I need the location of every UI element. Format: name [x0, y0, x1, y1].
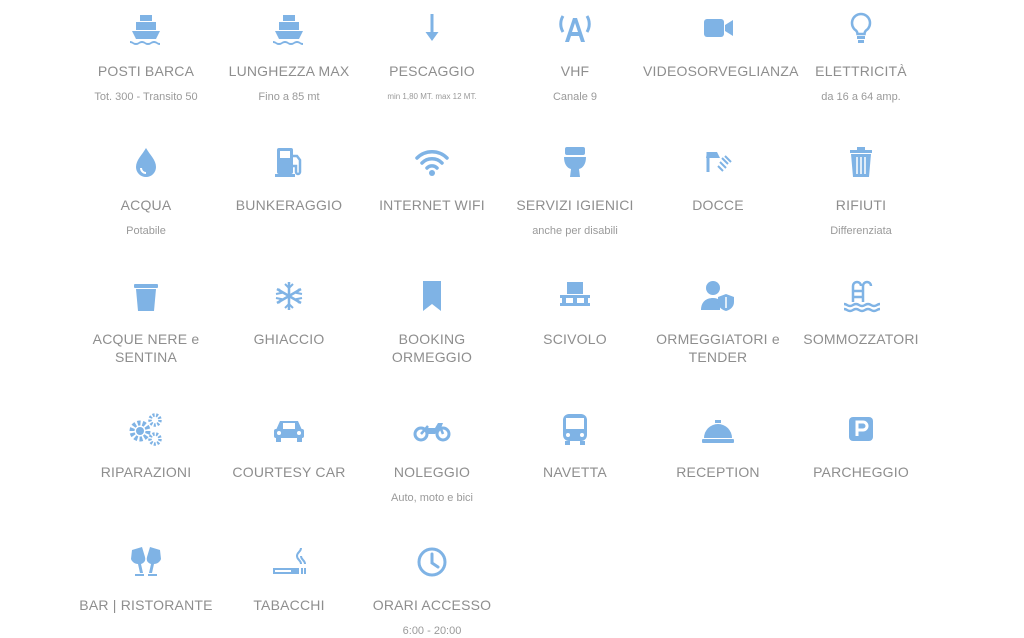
- service-subtitle: Canale 9: [552, 91, 598, 103]
- service-item: PESCAGGIO min 1,80 MT. max 12 MT.: [357, 8, 507, 104]
- service-subtitle: Tot. 300 - Transito 50: [94, 91, 198, 103]
- service-item: BAR | RISTORANTE: [71, 542, 221, 614]
- service-title: SCIVOLO: [543, 331, 607, 347]
- service-item: ACQUA Potabile: [71, 142, 221, 238]
- service-subtitle: Potabile: [126, 225, 166, 237]
- service-subtitle: min 1,80 MT. max 12 MT.: [387, 92, 477, 101]
- service-item: SERVIZI IGIENICI anche per disabili: [500, 142, 650, 238]
- service-title: ORMEGGIATORI e TENDER: [656, 331, 780, 365]
- service-item: GHIACCIO: [214, 276, 364, 348]
- bookmark-icon: [412, 276, 452, 316]
- service-subtitle: Differenziata: [830, 225, 892, 237]
- service-item: VHF Canale 9: [500, 8, 650, 104]
- smoking-icon: [269, 542, 309, 582]
- service-title: LUNGHEZZA MAX: [228, 63, 350, 79]
- clock-icon: [412, 542, 452, 582]
- service-item: RIPARAZIONI: [71, 409, 221, 481]
- service-item: VIDEOSORVEGLIANZA: [643, 8, 799, 80]
- service-subtitle: da 16 a 64 amp.: [821, 91, 901, 103]
- swimming-pool-icon: [841, 276, 881, 316]
- service-title: ELETTRICITÀ: [815, 63, 907, 79]
- service-title: RIPARAZIONI: [100, 464, 192, 480]
- gears-icon: [126, 409, 166, 449]
- service-subtitle: Fino a 85 mt: [258, 91, 320, 103]
- service-item: ORMEGGIATORI e TENDER: [643, 276, 793, 366]
- motorcycle-icon: [412, 409, 452, 449]
- service-item: NOLEGGIO Auto, moto e bici: [357, 409, 507, 505]
- service-title: INTERNET WIFI: [379, 197, 485, 213]
- user-shield-icon: [698, 276, 738, 316]
- trash-can-icon: [841, 142, 881, 182]
- video-camera-icon: [698, 8, 738, 48]
- bus-icon: [555, 409, 595, 449]
- lightbulb-icon: [841, 8, 881, 48]
- service-title: ACQUE NERE e SENTINA: [92, 331, 200, 365]
- bin-icon: [126, 276, 166, 316]
- service-item: INTERNET WIFI: [357, 142, 507, 214]
- service-item: DOCCE: [643, 142, 793, 214]
- service-title: BOOKING ORMEGGIO: [391, 331, 473, 365]
- service-subtitle: Auto, moto e bici: [391, 492, 473, 504]
- service-subtitle: anche per disabili: [532, 225, 618, 237]
- service-title: ORARI ACCESSO: [372, 597, 492, 613]
- service-title: TABACCHI: [253, 597, 325, 613]
- service-item: SOMMOZZATORI: [786, 276, 936, 348]
- service-item: ELETTRICITÀ da 16 a 64 amp.: [786, 8, 936, 104]
- service-title: BUNKERAGGIO: [235, 197, 343, 213]
- service-title: PARCHEGGIO: [813, 464, 909, 480]
- service-item: ORARI ACCESSO 6:00 - 20:00: [357, 542, 507, 638]
- parking-icon: [841, 409, 881, 449]
- service-title: ACQUA: [120, 197, 172, 213]
- ship-icon: [269, 8, 309, 48]
- arrow-down-icon: [412, 8, 452, 48]
- antenna-icon: [555, 8, 595, 48]
- wifi-icon: [412, 142, 452, 182]
- snowflake-icon: [269, 276, 309, 316]
- service-item: PARCHEGGIO: [786, 409, 936, 481]
- service-title: RECEPTION: [676, 464, 760, 480]
- pallet-icon: [555, 276, 595, 316]
- service-title: DOCCE: [692, 197, 744, 213]
- service-title: BAR | RISTORANTE: [79, 597, 213, 613]
- service-title: VHF: [560, 63, 590, 79]
- glass-cheers-icon: [126, 542, 166, 582]
- service-item: POSTI BARCA Tot. 300 - Transito 50: [71, 8, 221, 104]
- service-item: COURTESY CAR: [214, 409, 364, 481]
- service-title: PESCAGGIO: [389, 63, 475, 79]
- service-title: POSTI BARCA: [97, 63, 195, 79]
- toilet-icon: [555, 142, 595, 182]
- service-item: NAVETTA: [500, 409, 650, 481]
- service-title: NOLEGGIO: [393, 464, 471, 480]
- service-item: RIFIUTI Differenziata: [786, 142, 936, 238]
- service-title: NAVETTA: [543, 464, 607, 480]
- water-drop-icon: [126, 142, 166, 182]
- service-item: TABACCHI: [214, 542, 364, 614]
- service-title: COURTESY CAR: [232, 464, 346, 480]
- service-title: SERVIZI IGIENICI: [516, 197, 634, 213]
- service-item: LUNGHEZZA MAX Fino a 85 mt: [214, 8, 364, 104]
- service-title: SOMMOZZATORI: [803, 331, 919, 347]
- service-item: BOOKING ORMEGGIO: [357, 276, 507, 366]
- service-item: BUNKERAGGIO: [214, 142, 364, 214]
- fuel-pump-icon: [269, 142, 309, 182]
- shower-icon: [698, 142, 738, 182]
- car-icon: [269, 409, 309, 449]
- service-item: SCIVOLO: [500, 276, 650, 348]
- ship-icon: [126, 8, 166, 48]
- services-grid: POSTI BARCA Tot. 300 - Transito 50 LUNGHEZ…: [0, 0, 1024, 638]
- service-item: ACQUE NERE e SENTINA: [71, 276, 221, 366]
- service-title: RIFIUTI: [835, 197, 887, 213]
- service-title: VIDEOSORVEGLIANZA: [643, 63, 799, 79]
- concierge-bell-icon: [698, 409, 738, 449]
- service-title: GHIACCIO: [253, 331, 325, 347]
- service-item: RECEPTION: [643, 409, 793, 481]
